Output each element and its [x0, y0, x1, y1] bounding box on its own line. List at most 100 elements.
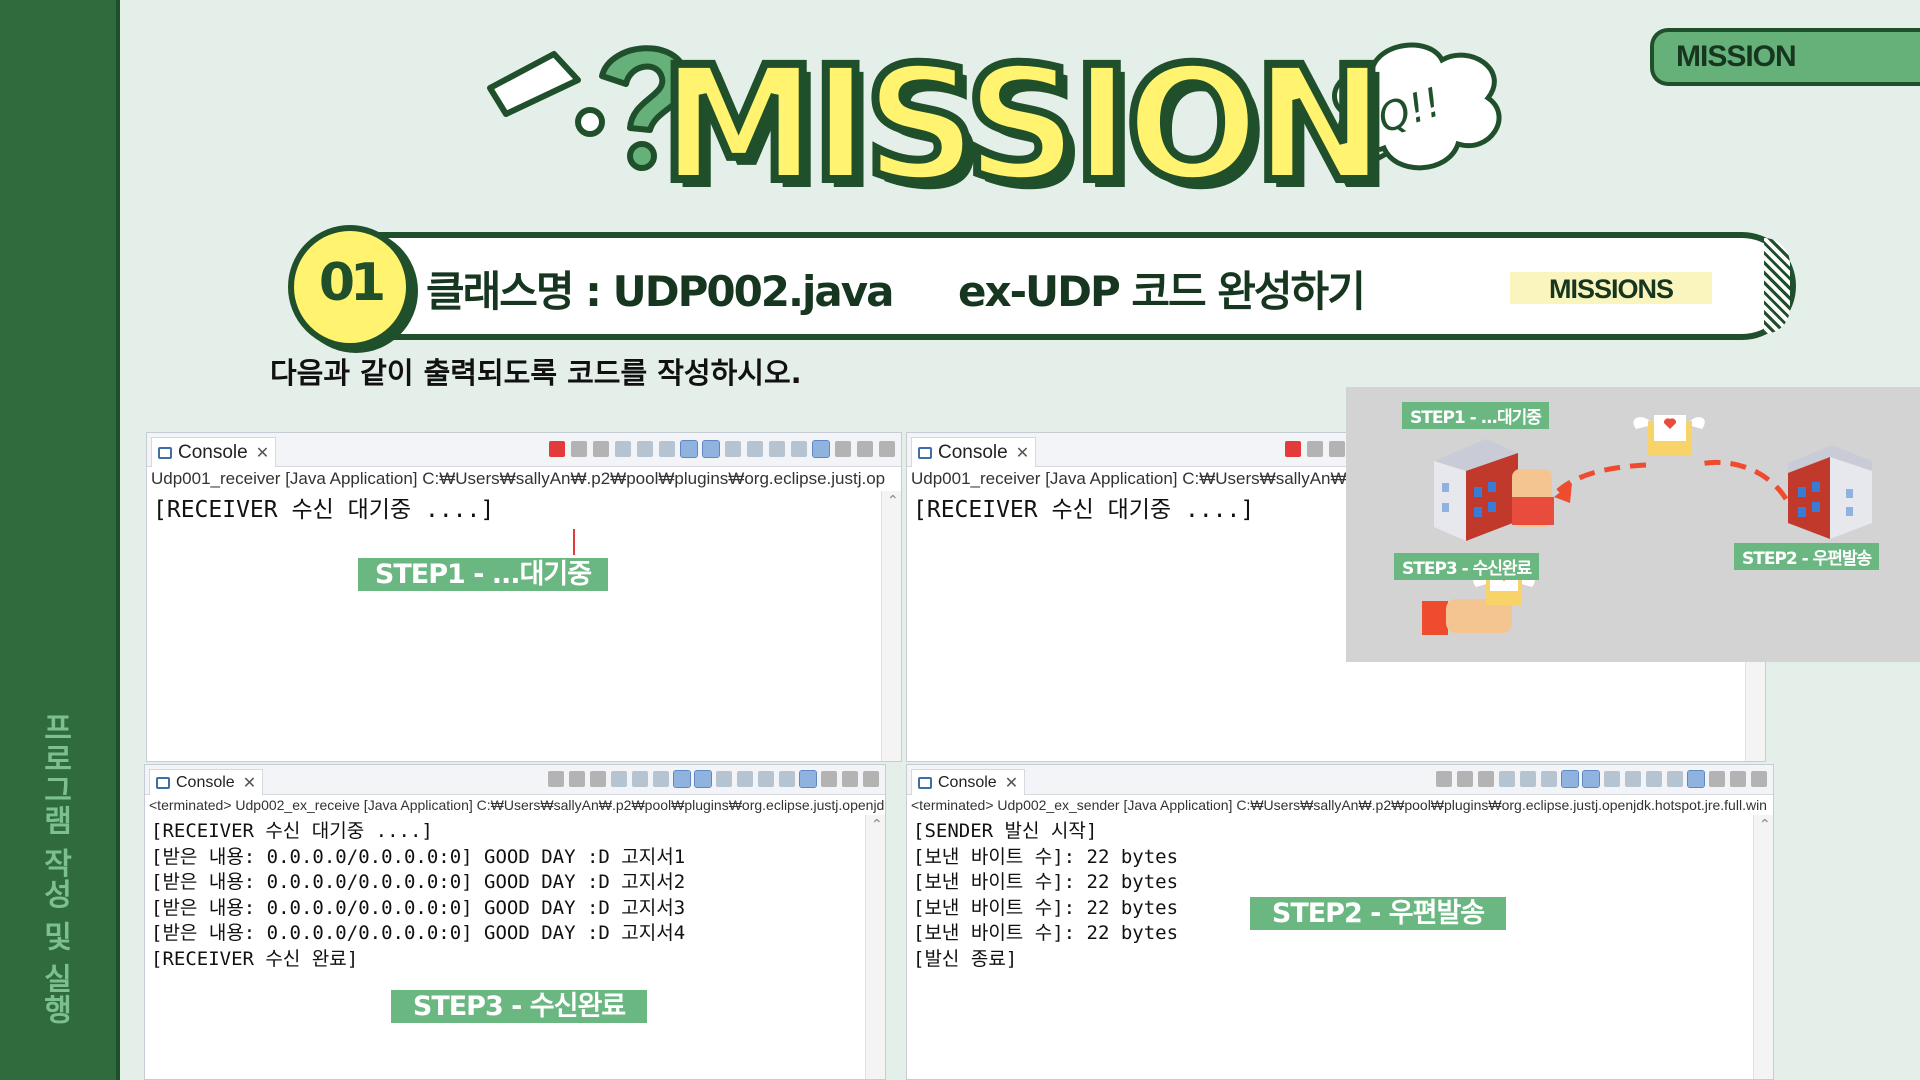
scroll-lock-icon[interactable]	[1520, 771, 1536, 787]
console-tab[interactable]: Console ✕	[151, 437, 277, 467]
stop-icon[interactable]	[1285, 441, 1301, 457]
console-launch-path: Udp001_receiver [Java Application] C:₩Us…	[151, 469, 886, 488]
vertical-scrollbar[interactable]	[1753, 815, 1773, 1079]
mission-number: 01	[318, 253, 386, 313]
vertical-scrollbar[interactable]	[865, 815, 885, 1079]
pin-console-icon[interactable]	[716, 771, 732, 787]
link-icon[interactable]	[1687, 770, 1705, 788]
maximize-icon[interactable]	[879, 441, 895, 457]
settings-icon[interactable]	[1709, 771, 1725, 787]
console-line: [보낸 바이트 수]: 22 bytes	[913, 845, 1179, 868]
minimize-icon[interactable]	[842, 771, 858, 787]
envelope-icon	[1633, 415, 1705, 455]
show-stderr-icon[interactable]	[1582, 770, 1600, 788]
hand-icon	[1512, 469, 1554, 527]
close-icon[interactable]: ✕	[243, 773, 256, 793]
illus-step3-label: STEP3 - 수신완료	[1394, 553, 1540, 580]
remove-launch-icon[interactable]	[571, 441, 587, 457]
console-tabbar: Console ✕	[147, 433, 901, 467]
open-console-icon[interactable]	[769, 441, 785, 457]
remove-launch-icon[interactable]	[569, 771, 585, 787]
scroll-lock-icon[interactable]	[632, 771, 648, 787]
instruction-text: 다음과 같이 출력되도록 코드를 작성하시오.	[270, 356, 802, 390]
clear-console-icon[interactable]	[611, 771, 627, 787]
remove-launch-icon[interactable]	[1307, 441, 1323, 457]
copy-icon[interactable]	[779, 771, 795, 787]
step2-label: STEP2 - 우편발송	[1250, 897, 1506, 930]
close-icon[interactable]: ✕	[256, 443, 269, 463]
remove-all-icon[interactable]	[590, 771, 606, 787]
close-icon[interactable]: ✕	[1005, 773, 1018, 793]
pin-console-icon[interactable]	[725, 441, 741, 457]
maximize-icon[interactable]	[1751, 771, 1767, 787]
stop-icon[interactable]	[1436, 771, 1452, 787]
remove-all-icon[interactable]	[1478, 771, 1494, 787]
word-wrap-icon[interactable]	[659, 441, 675, 457]
pin-console-icon[interactable]	[1604, 771, 1620, 787]
settings-icon[interactable]	[835, 441, 851, 457]
console-line: [RECEIVER 수신 대기중 ....]	[151, 820, 433, 842]
show-stdout-icon[interactable]	[1561, 770, 1579, 788]
clear-console-icon[interactable]	[1499, 771, 1515, 787]
display-console-icon[interactable]	[737, 771, 753, 787]
console-tab[interactable]: Console ✕	[149, 769, 264, 795]
scroll-lock-icon[interactable]	[637, 441, 653, 457]
console-icon	[156, 776, 170, 789]
vertical-scrollbar[interactable]	[881, 491, 901, 761]
console-tab-label: Console	[938, 773, 997, 791]
class-name-label: 클래스명 : UDP002.java	[426, 267, 894, 316]
console-tab-label: Console	[938, 441, 1008, 463]
step3-label: STEP3 - 수신완료	[391, 990, 647, 1023]
console-tabbar: Console ✕	[145, 765, 885, 795]
missions-badge: MISSIONS	[1510, 272, 1712, 304]
console-tab-label: Console	[178, 441, 248, 463]
remove-all-icon[interactable]	[593, 441, 609, 457]
hatch-decoration	[1764, 238, 1790, 334]
console-launch-path: <terminated> Udp002_ex_sender [Java Appl…	[911, 797, 1767, 813]
minimize-icon[interactable]	[1730, 771, 1746, 787]
word-wrap-icon[interactable]	[653, 771, 669, 787]
close-icon[interactable]: ✕	[1016, 443, 1029, 463]
console-tabbar: Console ✕	[907, 765, 1773, 795]
missions-badge-label: MISSIONS	[1548, 274, 1674, 304]
remove-all-icon[interactable]	[1329, 441, 1345, 457]
stop-icon[interactable]	[549, 441, 565, 457]
console-line: [받은 내용: 0.0.0.0/0.0.0.0:0] GOOD DAY :D 고…	[151, 922, 686, 944]
arrow-icon	[1554, 459, 1789, 503]
stop-icon[interactable]	[548, 771, 564, 787]
step1-label: STEP1 - ...대기중	[358, 558, 608, 591]
show-stderr-icon[interactable]	[694, 770, 712, 788]
show-stdout-icon[interactable]	[680, 440, 698, 458]
link-icon[interactable]	[812, 440, 830, 458]
console-icon	[918, 776, 932, 789]
link-icon[interactable]	[799, 770, 817, 788]
udp-flow-illustration: STEP1 - ...대기중 STEP3 - 수신완료 STEP2 - 우편발송	[1346, 387, 1920, 662]
show-stderr-icon[interactable]	[702, 440, 720, 458]
sidebar: 프로그램 작성 및 실행	[0, 0, 120, 1080]
building-icon	[1434, 439, 1518, 541]
settings-icon[interactable]	[821, 771, 837, 787]
display-console-icon[interactable]	[1625, 771, 1641, 787]
mission-tag: MISSION	[1650, 28, 1920, 86]
copy-icon[interactable]	[1667, 771, 1683, 787]
open-console-icon[interactable]	[1646, 771, 1662, 787]
text-cursor	[573, 529, 575, 555]
remove-launch-icon[interactable]	[1457, 771, 1473, 787]
mission-number-badge: 01	[288, 225, 412, 349]
maximize-icon[interactable]	[863, 771, 879, 787]
console-launch-path: <terminated> Udp002_ex_receive [Java App…	[149, 797, 885, 813]
mission-tag-label: MISSION	[1676, 40, 1797, 73]
copy-icon[interactable]	[791, 441, 807, 457]
minimize-icon[interactable]	[857, 441, 873, 457]
console-tab[interactable]: Console ✕	[911, 769, 1026, 795]
display-console-icon[interactable]	[747, 441, 763, 457]
console-line: [보낸 바이트 수]: 22 bytes	[913, 871, 1179, 893]
task-name-label: ex-UDP 코드 완성하기	[958, 267, 1366, 316]
show-stdout-icon[interactable]	[673, 770, 691, 788]
console-tab[interactable]: Console ✕	[911, 437, 1037, 467]
console-output: [RECEIVER 수신 대기중 ....]	[147, 491, 901, 529]
open-console-icon[interactable]	[758, 771, 774, 787]
word-wrap-icon[interactable]	[1541, 771, 1557, 787]
console-line: [발신 종료]	[913, 947, 1018, 970]
clear-console-icon[interactable]	[615, 441, 631, 457]
